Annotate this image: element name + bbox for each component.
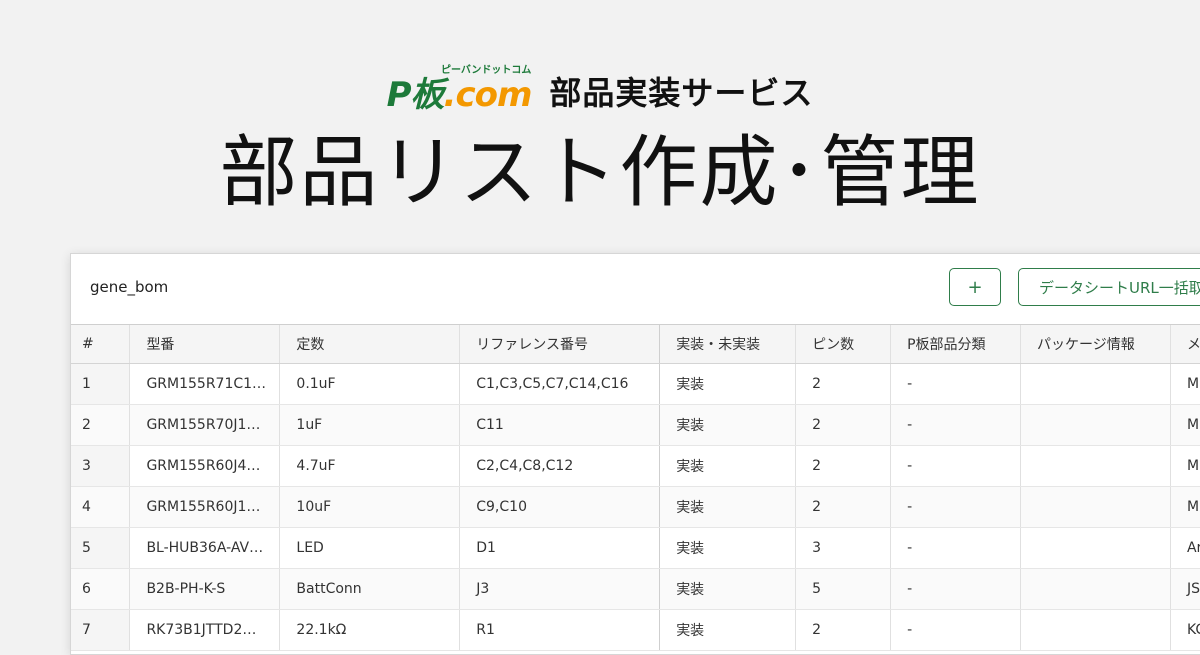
cell-value[interactable]: BattConn — [279, 568, 461, 610]
fetch-datasheet-button[interactable]: データシートURL一括取得 — [1018, 268, 1200, 306]
cell-category[interactable]: - — [890, 404, 1021, 446]
cell-part-number[interactable]: BL-HUB36A-AV… — [129, 527, 281, 569]
cell-package[interactable] — [1020, 609, 1171, 651]
column-header-mount[interactable]: 実装・未実装 — [659, 325, 797, 364]
cell-mount[interactable]: 実装 — [659, 363, 797, 405]
table-row[interactable]: 3 GRM155R60J4… 4.7uF C2,C4,C8,C12 実装 2 -… — [71, 445, 1200, 487]
cell-pins[interactable]: 3 — [795, 527, 892, 569]
bom-table: # 型番 定数 リファレンス番号 実装・未実装 ピン数 P板部品分類 パッケージ… — [71, 325, 1200, 651]
cell-pins[interactable]: 2 — [795, 404, 892, 446]
cell-pins[interactable]: 2 — [795, 486, 892, 528]
cell-maker[interactable]: Ar — [1170, 527, 1200, 569]
table-row[interactable]: 7 RK73B1JTTD2… 22.1kΩ R1 実装 2 - KC — [71, 609, 1200, 651]
cell-package[interactable] — [1020, 527, 1171, 569]
add-row-button[interactable]: + — [949, 268, 1001, 306]
table-row[interactable]: 2 GRM155R70J1… 1uF C11 実装 2 - Mu — [71, 404, 1200, 446]
cell-mount[interactable]: 実装 — [659, 568, 797, 610]
cell-maker[interactable]: JS — [1170, 568, 1200, 610]
logo-dot: . — [443, 75, 457, 115]
cell-mount[interactable]: 実装 — [659, 445, 797, 487]
cell-package[interactable] — [1020, 486, 1171, 528]
cell-part-number[interactable]: B2B-PH-K-S — [129, 568, 281, 610]
column-header-value[interactable]: 定数 — [279, 325, 461, 364]
cell-reference[interactable]: R1 — [459, 609, 661, 651]
cell-num: 4 — [71, 486, 131, 528]
column-header-reference[interactable]: リファレンス番号 — [459, 325, 661, 364]
bom-panel: gene_bom + データシートURL一括取得 # 型番 定数 リファレンス番… — [70, 253, 1200, 655]
cell-part-number[interactable]: GRM155R70J1… — [129, 404, 281, 446]
cell-part-number[interactable]: GRM155R60J4… — [129, 445, 281, 487]
column-header-part-number[interactable]: 型番 — [129, 325, 281, 364]
cell-category[interactable]: - — [890, 609, 1021, 651]
column-header-category[interactable]: P板部品分類 — [890, 325, 1021, 364]
cell-mount[interactable]: 実装 — [659, 486, 797, 528]
cell-category[interactable]: - — [890, 486, 1021, 528]
cell-value[interactable]: 22.1kΩ — [279, 609, 461, 651]
cell-num: 5 — [71, 527, 131, 569]
cell-value[interactable]: 1uF — [279, 404, 461, 446]
cell-num: 7 — [71, 609, 131, 651]
cell-reference[interactable]: J3 — [459, 568, 661, 610]
cell-reference[interactable]: C11 — [459, 404, 661, 446]
table-row[interactable]: 4 GRM155R60J1… 10uF C9,C10 実装 2 - Mu — [71, 486, 1200, 528]
cell-maker[interactable]: Mu — [1170, 486, 1200, 528]
table-row[interactable]: 6 B2B-PH-K-S BattConn J3 実装 5 - JS — [71, 568, 1200, 610]
cell-package[interactable] — [1020, 568, 1171, 610]
cell-maker[interactable]: KC — [1170, 609, 1200, 651]
table-row[interactable]: 5 BL-HUB36A-AV… LED D1 実装 3 - Ar — [71, 527, 1200, 569]
cell-pins[interactable]: 5 — [795, 568, 892, 610]
cell-value[interactable]: LED — [279, 527, 461, 569]
page-title: 部品リスト作成･管理 — [219, 128, 981, 218]
logo-com: com — [455, 75, 532, 115]
cell-part-number[interactable]: RK73B1JTTD2… — [129, 609, 281, 651]
table-row[interactable]: 1 GRM155R71C1… 0.1uF C1,C3,C5,C7,C14,C16… — [71, 363, 1200, 405]
cell-maker[interactable]: Mu — [1170, 445, 1200, 487]
brand-row: ピーバンドットコム P板.com 部品実装サービス — [0, 65, 1200, 116]
cell-mount[interactable]: 実装 — [659, 609, 797, 651]
column-header-package[interactable]: パッケージ情報 — [1020, 325, 1171, 364]
cell-reference[interactable]: D1 — [459, 527, 661, 569]
cell-pins[interactable]: 2 — [795, 609, 892, 651]
cell-value[interactable]: 10uF — [279, 486, 461, 528]
cell-num: 1 — [71, 363, 131, 405]
cell-package[interactable] — [1020, 363, 1171, 405]
cell-value[interactable]: 4.7uF — [279, 445, 461, 487]
column-header-maker[interactable]: メ — [1170, 325, 1200, 364]
logo-ita: 板 — [410, 75, 445, 115]
service-title: 部品実装サービス — [549, 74, 814, 112]
cell-pins[interactable]: 2 — [795, 363, 892, 405]
cell-package[interactable] — [1020, 404, 1171, 446]
cell-reference[interactable]: C1,C3,C5,C7,C14,C16 — [459, 363, 661, 405]
column-header-num[interactable]: # — [71, 325, 131, 364]
project-name: gene_bom — [90, 278, 169, 296]
cell-maker[interactable]: Mu — [1170, 404, 1200, 446]
cell-num: 2 — [71, 404, 131, 446]
cell-package[interactable] — [1020, 445, 1171, 487]
cell-mount[interactable]: 実装 — [659, 527, 797, 569]
cell-reference[interactable]: C2,C4,C8,C12 — [459, 445, 661, 487]
column-header-pins[interactable]: ピン数 — [795, 325, 892, 364]
cell-category[interactable]: - — [890, 363, 1021, 405]
p-ban-logo: ピーバンドットコム P板.com — [386, 65, 533, 115]
cell-category[interactable]: - — [890, 568, 1021, 610]
cell-mount[interactable]: 実装 — [659, 404, 797, 446]
cell-num: 6 — [71, 568, 131, 610]
logo-p: P — [386, 75, 412, 115]
cell-pins[interactable]: 2 — [795, 445, 892, 487]
logo-ruby-text: ピーバンドットコム — [440, 65, 532, 76]
cell-category[interactable]: - — [890, 527, 1021, 569]
panel-header: gene_bom + データシートURL一括取得 — [71, 254, 1200, 325]
cell-maker[interactable]: Mu — [1170, 363, 1200, 405]
cell-part-number[interactable]: GRM155R60J1… — [129, 486, 281, 528]
cell-part-number[interactable]: GRM155R71C1… — [129, 363, 281, 405]
cell-reference[interactable]: C9,C10 — [459, 486, 661, 528]
cell-value[interactable]: 0.1uF — [279, 363, 461, 405]
cell-num: 3 — [71, 445, 131, 487]
table-header-row: # 型番 定数 リファレンス番号 実装・未実装 ピン数 P板部品分類 パッケージ… — [71, 325, 1200, 364]
cell-category[interactable]: - — [890, 445, 1021, 487]
